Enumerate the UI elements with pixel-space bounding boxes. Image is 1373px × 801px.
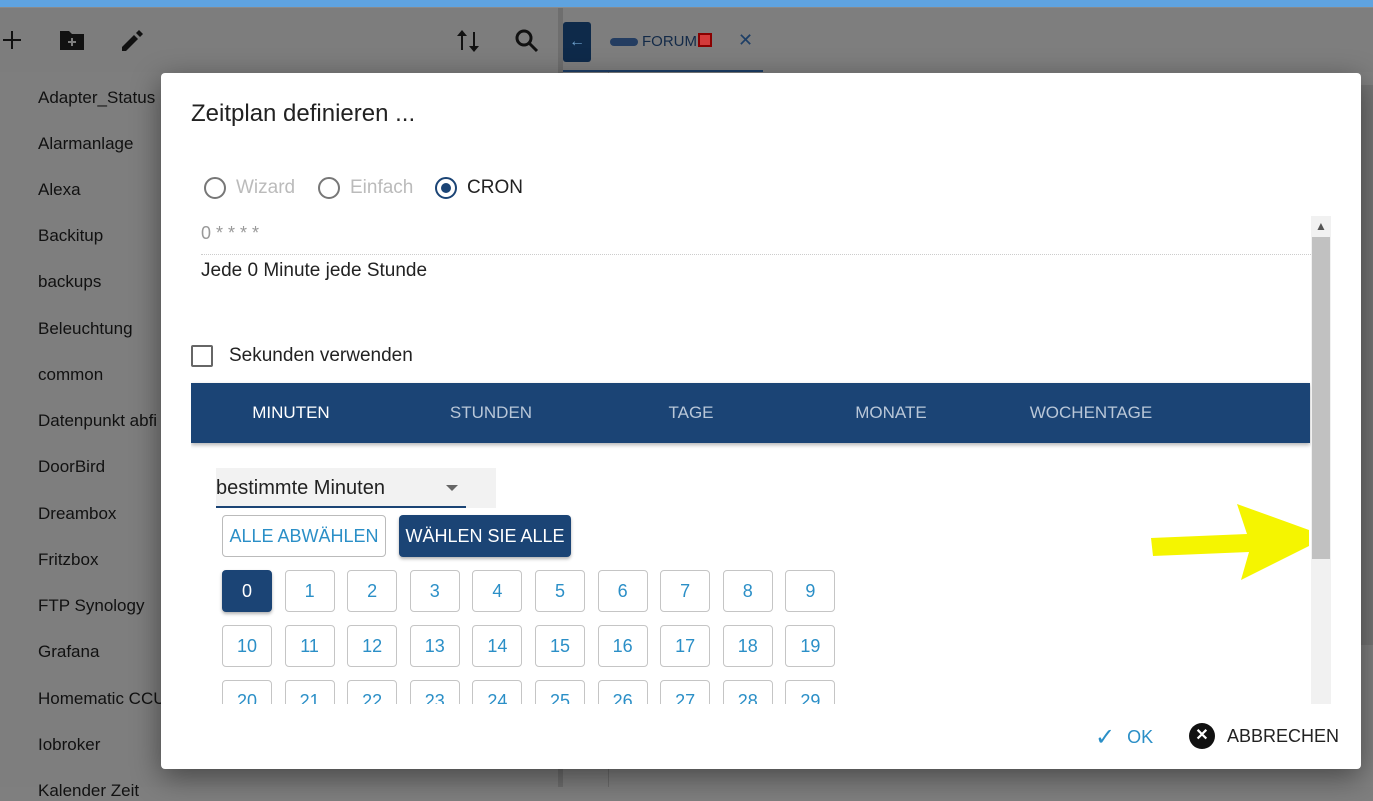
minute-button-21[interactable]: 21	[284, 680, 335, 704]
minute-button-11[interactable]: 11	[284, 625, 335, 667]
check-icon: ✓	[1095, 724, 1116, 751]
minute-button-28[interactable]: 28	[722, 680, 773, 704]
minute-button-12[interactable]: 12	[347, 625, 398, 667]
radio-label: CRON	[467, 177, 523, 198]
minute-button-29[interactable]: 29	[785, 680, 836, 704]
list-item[interactable]: FTP Synology	[38, 596, 144, 616]
seconds-checkbox-label: Sekunden verwenden	[229, 345, 413, 366]
cancel-label: ABBRECHEN	[1227, 725, 1340, 746]
dialog-scroll-content: 0 * * * * Jede 0 Minute jede Stunde Seku…	[191, 216, 1331, 704]
scripts-toolbar	[0, 8, 558, 72]
cron-unit-tabs: MINUTEN STUNDEN TAGE MONATE WOCHENTAGE	[191, 383, 1310, 443]
scroll-up-icon[interactable]: ▲	[1311, 216, 1331, 236]
radio-circle[interactable]	[318, 177, 340, 199]
sort-icon[interactable]	[454, 28, 482, 56]
list-item[interactable]: Backitup	[38, 226, 103, 246]
list-item[interactable]: Fritzbox	[38, 550, 98, 570]
folder-add-icon[interactable]	[58, 28, 86, 56]
minute-button-7[interactable]: 7	[660, 570, 711, 612]
radio-label: Einfach	[350, 177, 414, 198]
list-item[interactable]: common	[38, 365, 103, 385]
select-all-button[interactable]: WÄHLEN SIE ALLE	[399, 515, 571, 557]
minute-button-6[interactable]: 6	[597, 570, 648, 612]
list-item[interactable]: Alexa	[38, 180, 81, 200]
minute-mode-select[interactable]: bestimmte Minuten	[216, 468, 496, 508]
minute-button-14[interactable]: 14	[472, 625, 523, 667]
minute-button-23[interactable]: 23	[409, 680, 460, 704]
search-icon[interactable]	[513, 28, 541, 56]
seconds-checkbox[interactable]	[191, 345, 213, 367]
list-item[interactable]: Homematic CCU	[38, 689, 166, 709]
minute-button-26[interactable]: 26	[597, 680, 648, 704]
mode-radio-cron[interactable]: CRON	[435, 177, 523, 199]
cancel-button[interactable]: ✕ ABBRECHEN	[1189, 723, 1339, 749]
tab-minuten[interactable]: MINUTEN	[191, 383, 391, 443]
cron-description: Jede 0 Minute jede Stunde	[201, 260, 428, 281]
dialog-title: Zeitplan definieren ...	[191, 100, 416, 127]
list-item[interactable]: DoorBird	[38, 457, 105, 477]
editor-scrollbar[interactable]	[1361, 85, 1373, 645]
radio-circle[interactable]	[435, 177, 457, 199]
tab-tage[interactable]: TAGE	[591, 383, 791, 443]
annotation-arrow-icon	[1151, 504, 1309, 580]
minute-button-9[interactable]: 9	[785, 570, 836, 612]
minute-button-3[interactable]: 3	[409, 570, 460, 612]
list-item[interactable]: Dreambox	[38, 504, 116, 524]
tab-stunden[interactable]: STUNDEN	[391, 383, 591, 443]
list-item[interactable]: Grafana	[38, 642, 99, 662]
tab-forum-label: FORUM	[642, 33, 697, 50]
minute-button-0[interactable]: 0	[222, 570, 272, 612]
tab-monate[interactable]: MONATE	[791, 383, 991, 443]
stop-icon	[698, 33, 712, 47]
cron-expression-field[interactable]: 0 * * * *	[201, 223, 259, 244]
schedule-dialog: Zeitplan definieren ... Wizard Einfach C…	[161, 73, 1361, 769]
minute-button-27[interactable]: 27	[660, 680, 711, 704]
minute-button-20[interactable]: 20	[222, 680, 272, 704]
plus-icon[interactable]	[0, 28, 26, 56]
minute-button-18[interactable]: 18	[722, 625, 773, 667]
minute-button-1[interactable]: 1	[284, 570, 335, 612]
list-item[interactable]: Kalender Zeit	[38, 781, 139, 801]
deselect-all-button[interactable]: ALLE ABWÄHLEN	[222, 515, 386, 557]
list-item[interactable]: Datenpunkt abfi	[38, 411, 157, 431]
forum-logo-icon	[610, 38, 638, 47]
back-arrow-icon[interactable]: ←	[563, 22, 591, 62]
minute-mode-value: bestimmte Minuten	[216, 477, 385, 499]
scrollbar-thumb[interactable]	[1312, 237, 1330, 559]
ok-label: OK	[1127, 727, 1154, 747]
list-item[interactable]: backups	[38, 272, 101, 292]
minute-button-13[interactable]: 13	[409, 625, 460, 667]
minute-button-4[interactable]: 4	[472, 570, 523, 612]
ok-button[interactable]: ✓ OK	[1095, 723, 1153, 752]
radio-label: Wizard	[236, 177, 296, 198]
list-item[interactable]: Beleuchtung	[38, 319, 133, 339]
pencil-icon[interactable]	[118, 28, 146, 56]
radio-circle[interactable]	[204, 177, 226, 199]
minute-button-10[interactable]: 10	[222, 625, 272, 667]
list-item[interactable]: Iobroker	[38, 735, 100, 755]
minute-button-17[interactable]: 17	[660, 625, 711, 667]
minute-button-25[interactable]: 25	[535, 680, 585, 704]
minute-button-16[interactable]: 16	[597, 625, 648, 667]
mode-radio-wizard[interactable]: Wizard	[204, 177, 295, 199]
tab-forum[interactable]: FORUM	[610, 33, 712, 50]
list-item[interactable]: Adapter_Status	[38, 88, 155, 108]
tab-wochentage[interactable]: WOCHENTAGE	[991, 383, 1191, 443]
dialog-scrollbar[interactable]: ▲	[1311, 216, 1331, 704]
list-item[interactable]: Alarmanlage	[38, 134, 133, 154]
window-top-bar	[0, 0, 1373, 7]
minute-button-2[interactable]: 2	[347, 570, 398, 612]
dropdown-arrow-icon[interactable]	[446, 485, 458, 491]
minute-button-15[interactable]: 15	[535, 625, 585, 667]
close-circle-icon: ✕	[1189, 723, 1215, 749]
minute-button-22[interactable]: 22	[347, 680, 398, 704]
minute-button-5[interactable]: 5	[535, 570, 585, 612]
close-tab-icon[interactable]: ✕	[738, 30, 753, 51]
minute-button-24[interactable]: 24	[472, 680, 523, 704]
seconds-checkbox-row[interactable]: Sekunden verwenden	[191, 345, 413, 367]
mode-radio-einfach[interactable]: Einfach	[318, 177, 413, 199]
minute-button-19[interactable]: 19	[785, 625, 836, 667]
minute-button-8[interactable]: 8	[722, 570, 773, 612]
